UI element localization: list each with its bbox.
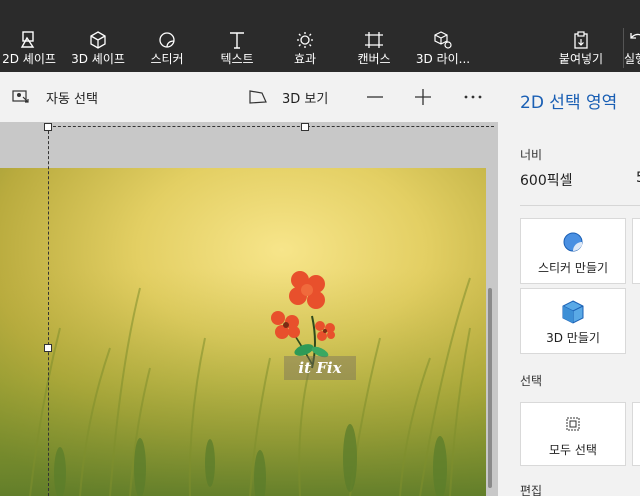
select-section-label: 선택 xyxy=(520,374,543,388)
watermark: it Fix xyxy=(284,356,356,380)
zoom-in-button[interactable] xyxy=(414,72,432,122)
view-3d-button[interactable]: 3D 보기 xyxy=(248,72,328,122)
more-options-button[interactable] xyxy=(464,72,482,122)
ellipsis-icon xyxy=(464,94,482,100)
width-value[interactable]: 600픽셀 xyxy=(520,170,572,190)
tool-label: 효과 xyxy=(293,52,317,66)
make-sticker-label: 스티커 만들기 xyxy=(537,261,609,275)
tool-3d-shapes[interactable]: 3D 셰이프 xyxy=(66,30,130,70)
make-3d-label: 3D 만들기 xyxy=(546,331,600,345)
tool-2d-shapes[interactable]: 2D 셰이프 xyxy=(0,30,58,70)
sticker-make-icon xyxy=(562,231,584,256)
selection-border-top xyxy=(48,126,494,127)
tool-label: 붙여넣기 xyxy=(558,52,604,66)
auto-select-icon xyxy=(12,89,30,105)
panel-title: 2D 선택 영역 xyxy=(520,93,618,113)
selection-handle-middle-left[interactable] xyxy=(44,344,52,352)
width-label: 너비 xyxy=(520,148,543,162)
tool-label: 3D 셰이프 xyxy=(71,52,125,66)
paste-icon xyxy=(570,30,592,50)
cube-make-icon xyxy=(560,299,586,328)
auto-select-button[interactable]: 자동 선택 xyxy=(12,72,98,122)
top-toolbar: 2D 셰이프 3D 셰이프 스티커 텍스트 효과 캔버스 3D 라이... 붙여… xyxy=(0,0,640,72)
tool-label: 텍스트 xyxy=(220,52,254,66)
tool-3d-library[interactable]: 3D 라이... xyxy=(412,30,474,70)
card-partial xyxy=(632,402,640,466)
2d-shapes-icon xyxy=(18,30,40,50)
tool-label: 실행 xyxy=(624,52,640,66)
effects-icon xyxy=(294,30,316,50)
tool-canvas[interactable]: 캔버스 xyxy=(346,30,402,70)
tool-label: 2D 셰이프 xyxy=(2,52,56,66)
stickers-icon xyxy=(156,30,178,50)
canvas-image xyxy=(0,168,486,496)
tool-undo[interactable]: 실행 xyxy=(624,30,640,70)
tool-label: 캔버스 xyxy=(357,52,391,66)
undo-icon xyxy=(627,30,640,50)
select-all-button[interactable]: 모두 선택 xyxy=(520,402,626,466)
height-value[interactable]: 5 xyxy=(636,170,640,186)
make-3d-button[interactable]: 3D 만들기 xyxy=(520,288,626,354)
edit-section-label: 편집 xyxy=(520,484,543,496)
view-3d-label: 3D 보기 xyxy=(282,91,329,107)
canvas-command-bar: 자동 선택 3D 보기 xyxy=(0,72,498,122)
3d-library-icon xyxy=(432,30,454,50)
3d-view-icon xyxy=(248,89,268,105)
3d-shapes-icon xyxy=(87,30,109,50)
tool-text[interactable]: 텍스트 xyxy=(210,30,264,70)
minus-icon xyxy=(366,89,384,105)
canvas-icon xyxy=(363,30,385,50)
zoom-out-button[interactable] xyxy=(366,72,384,122)
tool-label: 3D 라이... xyxy=(415,52,471,66)
selection-border-left xyxy=(48,126,49,496)
selection-handle-top-left[interactable] xyxy=(44,123,52,131)
select-all-label: 모두 선택 xyxy=(549,443,597,457)
tool-effects[interactable]: 효과 xyxy=(280,30,330,70)
selection-handle-top-center[interactable] xyxy=(301,123,309,131)
tool-paste[interactable]: 붙여넣기 xyxy=(552,30,610,70)
tool-label: 스티커 xyxy=(150,52,184,66)
select-all-icon xyxy=(566,417,580,434)
selection-side-panel: 2D 선택 영역 너비 600픽셀 5 스티커 만들기 3D 만들기 선택 모두… xyxy=(498,72,640,496)
canvas-area[interactable]: it Fix xyxy=(0,122,498,496)
tool-stickers[interactable]: 스티커 xyxy=(140,30,194,70)
make-sticker-button[interactable]: 스티커 만들기 xyxy=(520,218,626,284)
plus-icon xyxy=(414,88,432,106)
card-partial xyxy=(632,218,640,284)
canvas-scrollbar[interactable] xyxy=(488,288,492,488)
auto-select-label: 자동 선택 xyxy=(46,91,98,107)
text-icon xyxy=(226,30,248,50)
panel-separator xyxy=(520,205,640,206)
